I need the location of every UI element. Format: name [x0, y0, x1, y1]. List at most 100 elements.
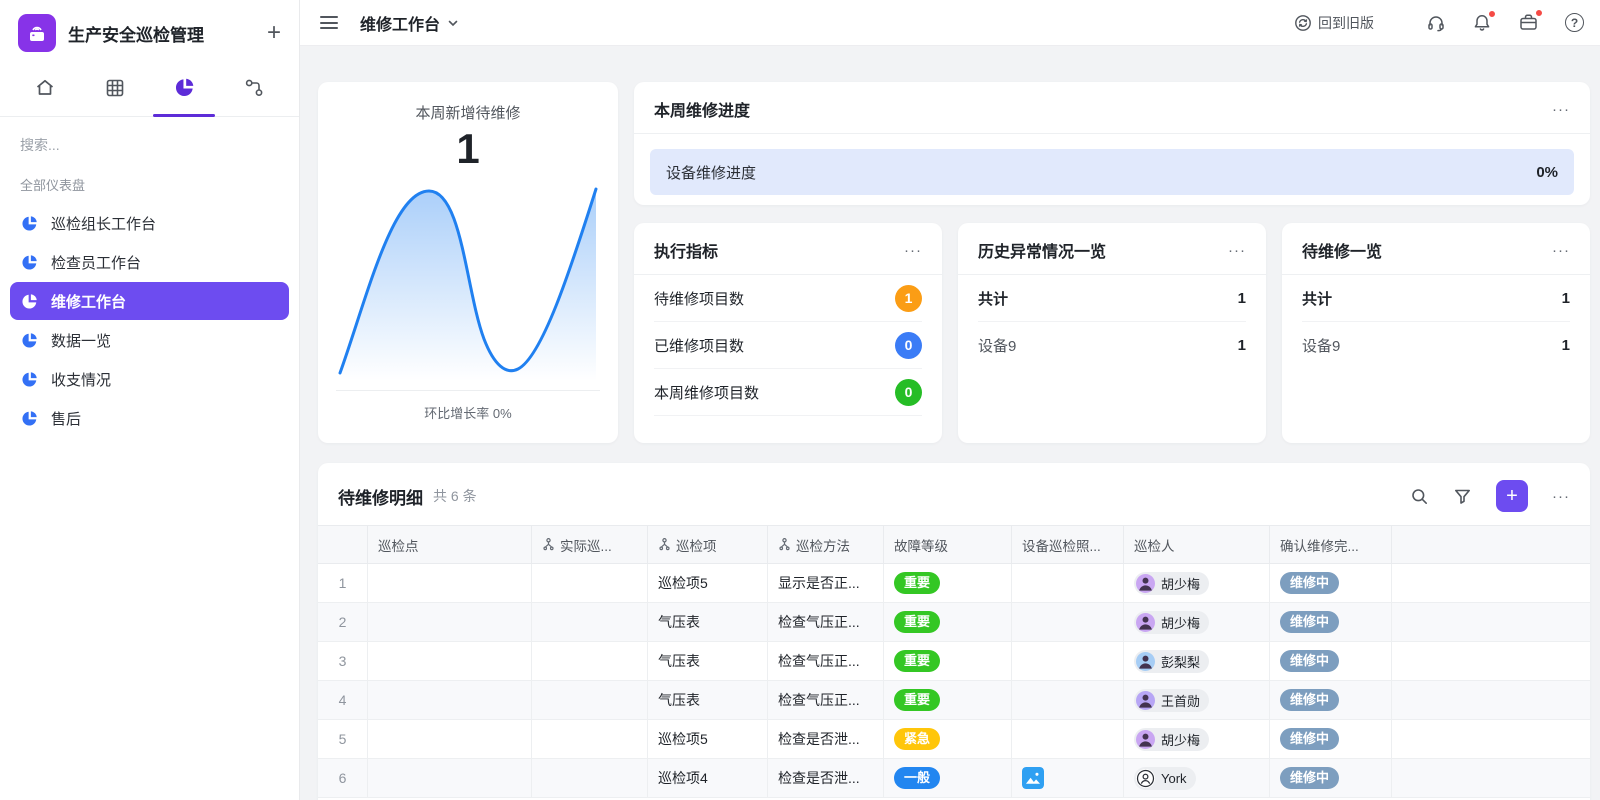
- cell-fault-severity[interactable]: 重要: [884, 681, 1012, 719]
- photo-thumbnail[interactable]: [1022, 767, 1044, 789]
- column-header-实际巡...[interactable]: 实际巡...: [532, 526, 648, 563]
- cell-device-photo[interactable]: [1012, 759, 1124, 797]
- cell-inspection-item[interactable]: 巡检项4: [648, 759, 768, 797]
- cell-inspection-method[interactable]: 检查是否泄...: [768, 759, 884, 797]
- cell-actual-inspection[interactable]: [532, 720, 648, 758]
- more-icon[interactable]: ···: [1228, 243, 1246, 258]
- cell-inspection-item[interactable]: 气压表: [648, 681, 768, 719]
- cell-device-photo[interactable]: [1012, 642, 1124, 680]
- column-header-确认维修完...[interactable]: 确认维修完...: [1270, 526, 1392, 563]
- cell-inspection-item[interactable]: 气压表: [648, 603, 768, 641]
- cell-inspector[interactable]: 彭梨梨: [1124, 642, 1270, 680]
- cell-actual-inspection[interactable]: [532, 603, 648, 641]
- cell-repair-status[interactable]: 维修中: [1270, 564, 1392, 602]
- cell-actual-inspection[interactable]: [532, 564, 648, 602]
- column-header-故障等级[interactable]: 故障等级: [884, 526, 1012, 563]
- cell-actual-inspection[interactable]: [532, 642, 648, 680]
- more-icon[interactable]: ···: [1552, 243, 1570, 258]
- cell-device-photo[interactable]: [1012, 564, 1124, 602]
- sidebar-item-巡检组长工作台[interactable]: 巡检组长工作台: [10, 204, 289, 242]
- cell-inspection-method[interactable]: 检查是否泄...: [768, 720, 884, 758]
- cell-device-photo[interactable]: [1012, 603, 1124, 641]
- cell-inspection-method[interactable]: 检查气压正...: [768, 681, 884, 719]
- sidebar-item-数据一览[interactable]: 数据一览: [10, 321, 289, 359]
- cell-fault-severity[interactable]: 紧急: [884, 720, 1012, 758]
- row-number[interactable]: 5: [318, 720, 368, 758]
- workbench-briefcase-icon[interactable]: [1518, 12, 1539, 33]
- column-label: 故障等级: [894, 535, 948, 555]
- column-header-巡检人[interactable]: 巡检人: [1124, 526, 1270, 563]
- summary-label: 设备9: [1302, 335, 1340, 356]
- cell-inspection-point[interactable]: [368, 642, 532, 680]
- more-icon[interactable]: ···: [1552, 102, 1570, 117]
- tab-tables[interactable]: [80, 64, 150, 116]
- cell-repair-status[interactable]: 维修中: [1270, 642, 1392, 680]
- cell-repair-status[interactable]: 维修中: [1270, 720, 1392, 758]
- cell-inspector[interactable]: York: [1124, 759, 1270, 797]
- notifications-bell-icon[interactable]: [1472, 13, 1492, 33]
- cell-inspection-point[interactable]: [368, 759, 532, 797]
- corner-cell: [318, 526, 368, 563]
- table-grid-icon: [104, 77, 126, 104]
- cell-inspector[interactable]: 胡少梅: [1124, 564, 1270, 602]
- add-app-button[interactable]: +: [267, 21, 281, 45]
- row-number[interactable]: 4: [318, 681, 368, 719]
- help-icon[interactable]: ?: [1565, 13, 1584, 32]
- cell-inspection-point[interactable]: [368, 564, 532, 602]
- column-header-巡检项[interactable]: 巡检项: [648, 526, 768, 563]
- cell-fault-severity[interactable]: 一般: [884, 759, 1012, 797]
- stat-title: 本周新增待维修: [415, 102, 520, 123]
- cell-inspection-item[interactable]: 巡检项5: [648, 564, 768, 602]
- sidebar-item-收支情况[interactable]: 收支情况: [10, 360, 289, 398]
- growth-rate-label: 环比增长率 0%: [424, 403, 511, 422]
- chevron-down-icon[interactable]: [446, 16, 460, 30]
- column-header-巡检点[interactable]: 巡检点: [368, 526, 532, 563]
- sidebar-item-售后[interactable]: 售后: [10, 399, 289, 437]
- more-icon[interactable]: ···: [904, 243, 922, 258]
- cell-repair-status[interactable]: 维修中: [1270, 681, 1392, 719]
- page-title: 维修工作台: [360, 11, 440, 35]
- cell-inspection-point[interactable]: [368, 720, 532, 758]
- cell-inspector[interactable]: 胡少梅: [1124, 603, 1270, 641]
- sidebar-item-检查员工作台[interactable]: 检查员工作台: [10, 243, 289, 281]
- progress-label: 设备维修进度: [666, 162, 756, 183]
- cell-actual-inspection[interactable]: [532, 759, 648, 797]
- person-name: 胡少梅: [1161, 613, 1200, 632]
- cell-device-photo[interactable]: [1012, 681, 1124, 719]
- cell-inspection-method[interactable]: 检查气压正...: [768, 603, 884, 641]
- search-icon[interactable]: [1410, 487, 1429, 506]
- menu-icon[interactable]: [320, 13, 338, 33]
- cell-device-photo[interactable]: [1012, 720, 1124, 758]
- cell-repair-status[interactable]: 维修中: [1270, 603, 1392, 641]
- cell-fault-severity[interactable]: 重要: [884, 642, 1012, 680]
- row-number[interactable]: 2: [318, 603, 368, 641]
- cell-inspection-point[interactable]: [368, 603, 532, 641]
- tab-dashboards[interactable]: [150, 64, 220, 116]
- cell-inspection-item[interactable]: 气压表: [648, 642, 768, 680]
- column-header-设备巡检照...[interactable]: 设备巡检照...: [1012, 526, 1124, 563]
- column-header-巡检方法[interactable]: 巡检方法: [768, 526, 884, 563]
- add-record-button[interactable]: +: [1496, 480, 1528, 512]
- tab-workflow[interactable]: [219, 64, 289, 116]
- back-to-old-version-button[interactable]: 回到旧版: [1288, 13, 1374, 33]
- person-chip: 王首勋: [1134, 689, 1209, 712]
- sidebar-item-维修工作台[interactable]: 维修工作台: [10, 282, 289, 320]
- cell-inspection-method[interactable]: 检查气压正...: [768, 642, 884, 680]
- row-number[interactable]: 3: [318, 642, 368, 680]
- cell-repair-status[interactable]: 维修中: [1270, 759, 1392, 797]
- cell-fault-severity[interactable]: 重要: [884, 603, 1012, 641]
- cell-inspector[interactable]: 王首勋: [1124, 681, 1270, 719]
- cell-inspector[interactable]: 胡少梅: [1124, 720, 1270, 758]
- tab-home[interactable]: [10, 64, 80, 116]
- filter-icon[interactable]: [1453, 487, 1472, 506]
- sidebar-search-input[interactable]: 搜索...: [0, 117, 299, 161]
- cell-fault-severity[interactable]: 重要: [884, 564, 1012, 602]
- more-icon[interactable]: ···: [1552, 489, 1570, 504]
- cell-actual-inspection[interactable]: [532, 681, 648, 719]
- row-number[interactable]: 1: [318, 564, 368, 602]
- cell-inspection-point[interactable]: [368, 681, 532, 719]
- support-headset-icon[interactable]: [1426, 13, 1446, 33]
- cell-inspection-item[interactable]: 巡检项5: [648, 720, 768, 758]
- cell-inspection-method[interactable]: 显示是否正...: [768, 564, 884, 602]
- row-number[interactable]: 6: [318, 759, 368, 797]
